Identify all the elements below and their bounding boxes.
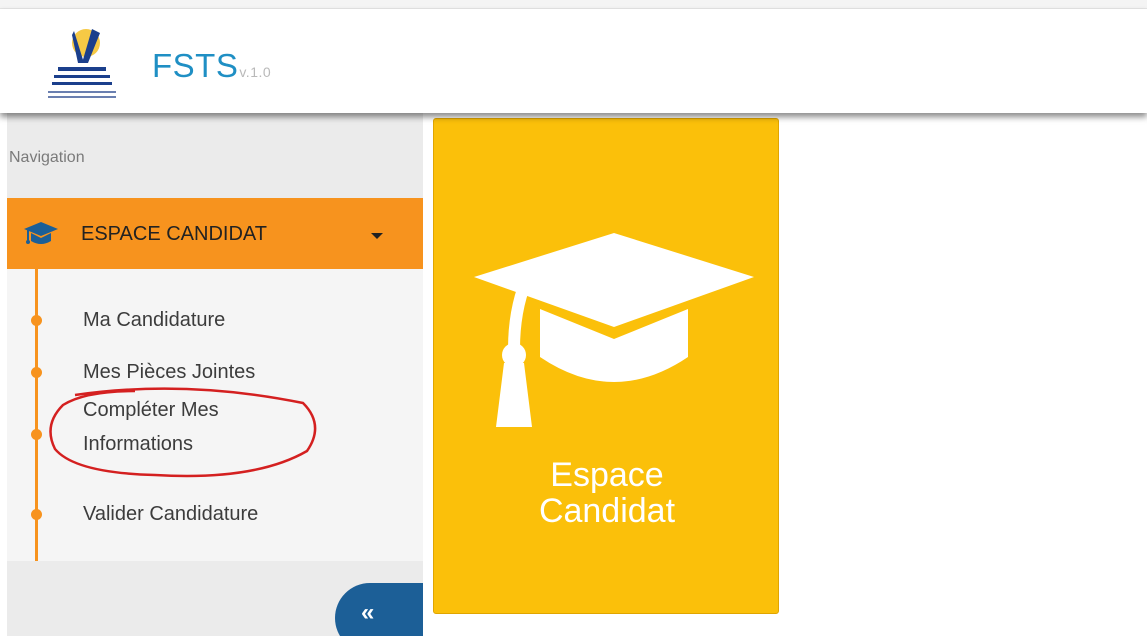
nav-title: Navigation — [9, 149, 85, 166]
menu-item-ma-candidature[interactable]: Ma Candidature — [83, 303, 225, 337]
graduation-cap-icon — [474, 233, 754, 427]
bullet-icon — [31, 509, 42, 520]
graduation-cap-icon — [24, 222, 58, 244]
tile-label-line2: Candidat — [538, 492, 676, 530]
menu-label: ESPACE CANDIDAT — [81, 223, 267, 245]
bullet-icon — [31, 367, 42, 378]
bullet-icon — [31, 429, 42, 440]
red-circle-annotation — [49, 387, 317, 478]
espace-candidat-tile[interactable]: Espace Candidat — [433, 118, 779, 614]
double-chevron-left-icon: « — [361, 599, 375, 626]
menu-espace-candidat[interactable]: ESPACE CANDIDAT — [7, 198, 423, 269]
tile-label: Espace Candidat — [434, 457, 780, 529]
bullet-icon — [31, 315, 42, 326]
menu-item-valider-candidature[interactable]: Valider Candidature — [83, 497, 258, 531]
submenu: Ma Candidature Mes Pièces Jointes Complé… — [7, 269, 423, 561]
app-version: v.1.0 — [239, 64, 272, 80]
menu-item-mes-pieces-jointes[interactable]: Mes Pièces Jointes — [83, 355, 255, 389]
chevron-down-icon — [371, 233, 383, 239]
faculty-logo-icon[interactable] — [44, 23, 120, 107]
app-header: FSTSv.1.0 — [0, 9, 1147, 113]
tile-label-line1: Espace — [550, 456, 664, 494]
collapse-sidebar-button[interactable]: « — [335, 583, 423, 636]
app-name: FSTS — [152, 47, 239, 84]
app-brand[interactable]: FSTSv.1.0 — [152, 47, 271, 85]
sidebar: Navigation ESPACE CANDIDAT Ma Candidatur… — [7, 113, 423, 636]
browser-top-strip — [0, 0, 1147, 9]
